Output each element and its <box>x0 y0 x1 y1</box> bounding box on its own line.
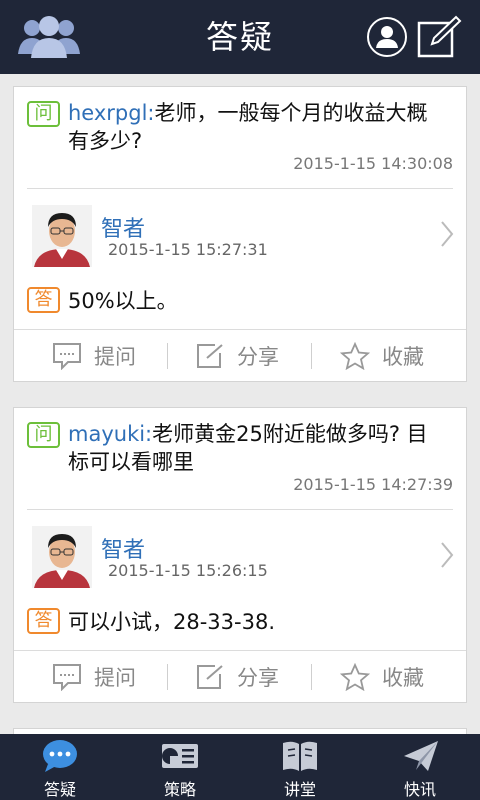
chevron-right-icon[interactable] <box>440 541 454 569</box>
question-time: 2015-1-15 14:27:39 <box>293 475 453 494</box>
divider <box>27 188 453 189</box>
question-text: hexrpgl:老师，一般每个月的收益大概有多少? <box>68 99 448 155</box>
question-badge: 问 <box>27 101 60 127</box>
qa-feed[interactable]: 问 hexrpgl:老师，一般每个月的收益大概有多少? 2015-1-15 14… <box>0 74 480 734</box>
star-icon <box>340 663 370 691</box>
answer-time: 2015-1-15 15:27:31 <box>108 240 268 259</box>
qa-card: 问 mayuki:老师黄金25附近能做多吗? 目标可以看哪里 2015-1-15… <box>13 407 467 703</box>
share-icon <box>197 665 223 689</box>
tab-label: 讲堂 <box>283 780 316 799</box>
tab-news[interactable]: 快讯 <box>360 734 480 800</box>
card-actions: 提问 分享 收藏 <box>14 329 466 381</box>
answer-badge: 答 <box>27 287 60 313</box>
avatar[interactable] <box>32 205 92 267</box>
card-actions: 提问 分享 收藏 <box>14 650 466 702</box>
share-label: 分享 <box>237 666 279 690</box>
compose-icon[interactable] <box>416 14 462 60</box>
question-text: mayuki:老师黄金25附近能做多吗? 目标可以看哪里 <box>68 420 448 476</box>
avatar-image <box>32 526 92 588</box>
star-icon <box>340 342 370 370</box>
action-separator <box>167 343 168 369</box>
action-separator <box>311 664 312 690</box>
ask-label: 提问 <box>94 345 136 369</box>
ask-button[interactable]: 提问 <box>52 651 136 703</box>
favorite-label: 收藏 <box>382 345 424 369</box>
share-icon <box>197 344 223 368</box>
avatar[interactable] <box>32 526 92 588</box>
top-bar: 答疑 <box>0 0 480 74</box>
share-button[interactable]: 分享 <box>195 651 279 703</box>
question-badge: 问 <box>27 422 60 448</box>
share-label: 分享 <box>237 345 279 369</box>
tab-qa[interactable]: 答疑 <box>0 734 120 800</box>
action-separator <box>311 343 312 369</box>
favorite-button[interactable]: 收藏 <box>340 651 424 703</box>
divider <box>27 509 453 510</box>
answer-text: 50%以上。 <box>68 289 178 313</box>
tab-label: 快讯 <box>403 780 436 799</box>
favorite-label: 收藏 <box>382 666 424 690</box>
paper-plane-icon <box>404 741 438 771</box>
expert-name[interactable]: 智者 <box>101 211 145 243</box>
answer-time: 2015-1-15 15:26:15 <box>108 561 268 580</box>
tab-label: 策略 <box>163 780 196 799</box>
answer-badge: 答 <box>27 608 60 634</box>
chat-bubble-icon <box>43 740 77 772</box>
asker-name[interactable]: mayuki: <box>68 422 152 446</box>
bottom-tab-bar: 答疑 策略 讲堂 快讯 <box>0 734 480 800</box>
tab-lecture[interactable]: 讲堂 <box>240 734 360 800</box>
ask-button[interactable]: 提问 <box>52 330 136 382</box>
answer-text: 可以小试，28-33-38. <box>68 610 275 634</box>
strategy-icon <box>162 744 198 768</box>
tab-strategy[interactable]: 策略 <box>120 734 240 800</box>
speech-bubble-icon <box>53 664 81 691</box>
book-icon <box>283 741 317 771</box>
speech-bubble-icon <box>53 343 81 370</box>
question-time: 2015-1-15 14:30:08 <box>293 154 453 173</box>
qa-card: 问 hexrpgl:老师，一般每个月的收益大概有多少? 2015-1-15 14… <box>13 86 467 382</box>
expert-name[interactable]: 智者 <box>101 532 145 564</box>
avatar-image <box>32 205 92 267</box>
action-separator <box>167 664 168 690</box>
tab-label: 答疑 <box>43 780 76 799</box>
chevron-right-icon[interactable] <box>440 220 454 248</box>
share-button[interactable]: 分享 <box>195 330 279 382</box>
asker-name[interactable]: hexrpgl: <box>68 101 155 125</box>
favorite-button[interactable]: 收藏 <box>340 330 424 382</box>
page-title: 答疑 <box>205 18 274 56</box>
user-profile-icon[interactable] <box>366 16 408 58</box>
ask-label: 提问 <box>94 666 136 690</box>
